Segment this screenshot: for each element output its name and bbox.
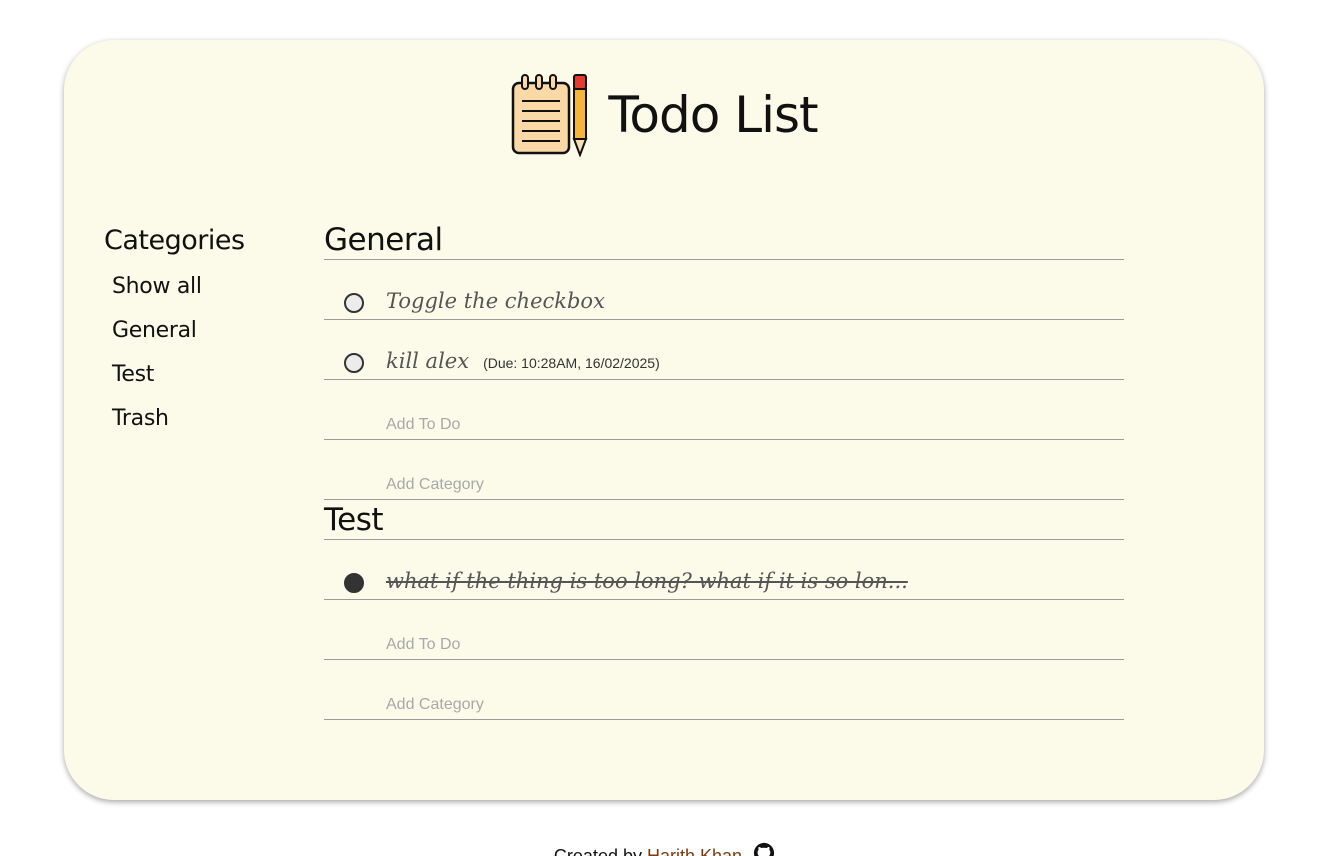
todo-text[interactable]: Toggle the checkbox: [386, 289, 605, 313]
todo-item: kill alex (Due: 10:28AM, 16/02/2025): [324, 320, 1124, 380]
sidebar-item-general[interactable]: General: [104, 316, 304, 360]
section-title-general: General: [324, 220, 1124, 260]
app-header: Todo List: [64, 73, 1264, 157]
todo-checkbox-checked[interactable]: [344, 573, 364, 593]
todo-due-date: (Due: 10:28AM, 16/02/2025): [483, 355, 660, 371]
section-title-test: Test: [324, 500, 1124, 540]
add-category-input[interactable]: [386, 694, 986, 716]
categories-heading: Categories: [104, 225, 245, 256]
sidebar-item-trash[interactable]: Trash: [104, 404, 304, 448]
footer: Created by Harith Khan: [0, 842, 1329, 856]
categories-sidebar: Categories Show all General Test Trash: [104, 225, 304, 448]
add-category-row: [324, 440, 1124, 500]
github-icon[interactable]: [753, 842, 775, 856]
todo-item: what if the thing is too long? what if i…: [324, 540, 1124, 600]
add-category-input[interactable]: [386, 474, 986, 496]
todo-text[interactable]: kill alex: [386, 349, 469, 373]
add-todo-row: [324, 600, 1124, 660]
app-title: Todo List: [608, 86, 818, 144]
add-todo-row: [324, 380, 1124, 440]
notepad-pencil-icon: [512, 74, 588, 157]
add-category-row: [324, 660, 1124, 720]
sidebar-item-test[interactable]: Test: [104, 360, 304, 404]
todo-checkbox[interactable]: [344, 353, 364, 373]
author-link[interactable]: Harith Khan: [647, 846, 742, 856]
todo-text[interactable]: what if the thing is too long? what if i…: [386, 569, 908, 593]
todo-text-wrap: kill alex (Due: 10:28AM, 16/02/2025): [386, 349, 660, 373]
todo-item: Toggle the checkbox: [324, 260, 1124, 320]
sidebar-item-show-all[interactable]: Show all: [104, 272, 304, 316]
todo-card: Todo List Categories Show all General Te…: [64, 40, 1264, 800]
footer-prefix: Created by: [553, 846, 642, 856]
todo-checkbox[interactable]: [344, 293, 364, 313]
add-todo-input[interactable]: [386, 414, 986, 436]
add-todo-input[interactable]: [386, 634, 986, 656]
todo-main: General Toggle the checkbox kill alex (Du…: [324, 220, 1124, 720]
